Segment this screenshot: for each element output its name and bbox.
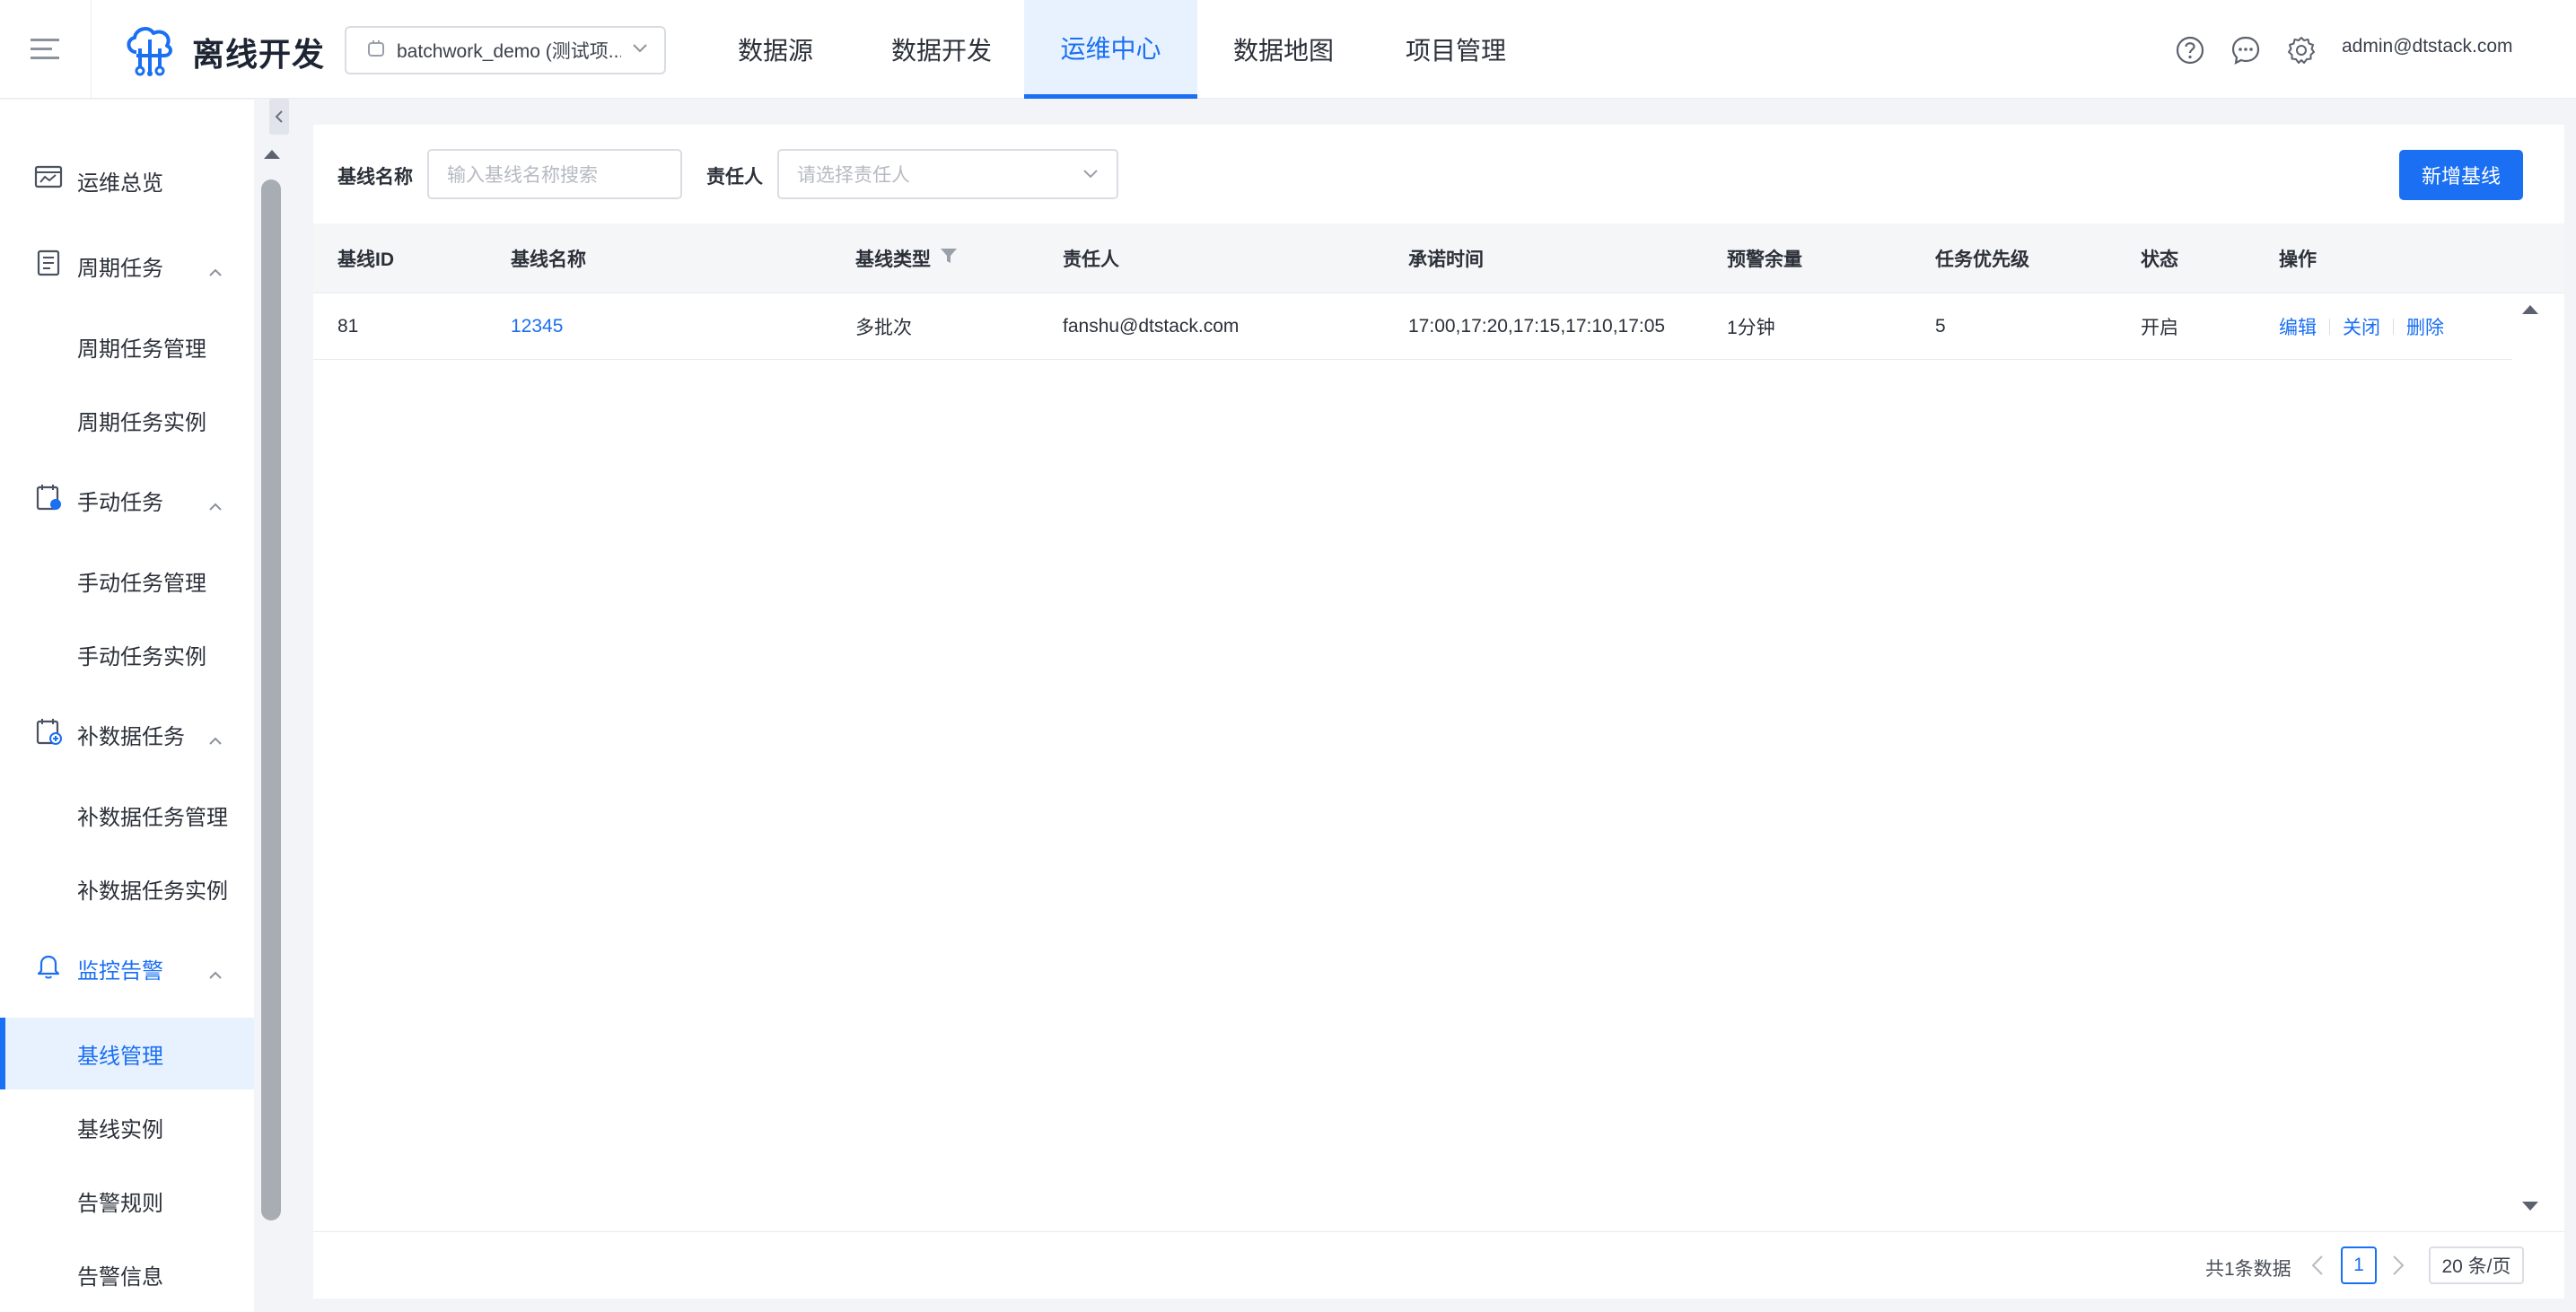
next-page-icon[interactable] xyxy=(2386,1251,2411,1280)
sidebar-item-baseline-management[interactable]: 基线管理 xyxy=(0,1018,254,1089)
project-icon xyxy=(366,39,386,63)
cell-actions: 编辑 关闭 删除 xyxy=(2279,293,2444,360)
divider xyxy=(2329,319,2330,335)
dashboard-icon xyxy=(34,164,63,197)
chevron-up-icon xyxy=(208,258,223,284)
column-header-task-priority: 任务优先级 xyxy=(1935,249,2029,270)
cell-status: 开启 xyxy=(2141,318,2178,338)
page-number-current[interactable]: 1 xyxy=(2341,1246,2377,1284)
cell-commit-time: 17:00,17:20,17:15,17:10,17:05 xyxy=(1408,316,1666,337)
backfill-task-icon xyxy=(34,717,63,752)
cloud-logo-icon xyxy=(122,22,178,82)
sidebar-item-periodic-task-management[interactable]: 周期任务管理 xyxy=(0,311,254,382)
tab-data-source[interactable]: 数据源 xyxy=(711,0,840,99)
top-header: 离线开发 batchwork_demo (测试项... 数据源 数据开发 运维中… xyxy=(0,0,2576,99)
sidebar-item-baseline-instances[interactable]: 基线实例 xyxy=(0,1091,254,1163)
sidebar-item-backfill-task-management[interactable]: 补数据任务管理 xyxy=(0,779,254,851)
cell-owner: fanshu@dtstack.com xyxy=(1063,316,1240,337)
owner-select-placeholder: 请选择责任人 xyxy=(797,165,910,186)
column-header-baseline-id: 基线ID xyxy=(337,249,394,270)
table-header: 基线ID 基线名称 基线类型 责任人 承诺时间 预警余量 任务优先级 状态 操作 xyxy=(313,223,2564,293)
app-logo: 离线开发 xyxy=(122,22,325,82)
column-header-baseline-type: 基线类型 xyxy=(855,223,958,293)
column-header-status: 状态 xyxy=(2141,249,2178,270)
chevron-up-icon xyxy=(208,727,223,752)
menu-toggle-icon[interactable] xyxy=(0,0,92,99)
sidebar-item-manual-task-instances[interactable]: 手动任务实例 xyxy=(0,618,254,690)
chevron-down-icon xyxy=(632,42,648,58)
tab-ops-center[interactable]: 运维中心 xyxy=(1024,0,1197,99)
bell-icon xyxy=(34,951,63,986)
sidebar-item-alert-rules[interactable]: 告警规则 xyxy=(0,1165,254,1237)
table-scroll-down-icon[interactable] xyxy=(2520,1200,2540,1217)
tab-project-management[interactable]: 项目管理 xyxy=(1388,0,1524,99)
column-header-actions: 操作 xyxy=(2279,249,2317,270)
settings-icon[interactable] xyxy=(2285,34,2318,66)
sidebar-group-label: 补数据任务 xyxy=(77,724,185,749)
sidebar-item-backfill-task-instances[interactable]: 补数据任务实例 xyxy=(0,853,254,924)
cell-task-priority: 5 xyxy=(1935,316,1946,337)
column-header-baseline-name: 基线名称 xyxy=(511,249,586,270)
table-scroll-up-icon[interactable] xyxy=(2520,303,2540,320)
sidebar-group-label: 手动任务 xyxy=(77,490,163,515)
baseline-name-search-input[interactable]: 输入基线名称搜索 xyxy=(427,149,682,199)
sidebar-group-monitoring-alerts[interactable]: 监控告警 xyxy=(0,931,254,1006)
page-size-select[interactable]: 20 条/页 xyxy=(2429,1246,2524,1284)
sidebar-item-periodic-task-instances[interactable]: 周期任务实例 xyxy=(0,384,254,456)
sidebar-item-ops-overview[interactable]: 运维总览 xyxy=(0,143,254,218)
divider xyxy=(2393,319,2394,335)
disable-link[interactable]: 关闭 xyxy=(2343,313,2380,340)
column-header-commit-time: 承诺时间 xyxy=(1408,249,1484,270)
message-icon[interactable] xyxy=(2230,34,2262,66)
chevron-up-icon xyxy=(208,493,223,518)
column-header-owner: 责任人 xyxy=(1063,249,1119,270)
edit-link[interactable]: 编辑 xyxy=(2279,313,2317,340)
manual-task-icon xyxy=(34,483,63,518)
total-count: 共1条数据 xyxy=(2205,1259,2291,1280)
project-select[interactable]: batchwork_demo (测试项... xyxy=(345,26,666,74)
sidebar: 运维总览 周期任务 周期任务管理 周期任务实例 手动任务 手动任务管理 手动任务… xyxy=(0,100,254,1312)
app-title: 离线开发 xyxy=(192,35,326,73)
cell-warning-margin: 1分钟 xyxy=(1727,318,1775,338)
table-row: 81 12345 多批次 fanshu@dtstack.com 17:00,17… xyxy=(313,293,2512,360)
chevron-down-icon xyxy=(1082,163,1099,185)
project-select-value: batchwork_demo (测试项... xyxy=(397,41,621,62)
sidebar-group-label: 周期任务 xyxy=(77,256,163,281)
help-icon[interactable] xyxy=(2174,34,2206,66)
sidebar-item-manual-task-management[interactable]: 手动任务管理 xyxy=(0,545,254,617)
task-list-icon xyxy=(34,249,63,284)
baseline-name-label: 基线名称 xyxy=(337,167,413,188)
sidebar-group-label: 监控告警 xyxy=(77,958,163,984)
owner-label: 责任人 xyxy=(706,167,763,188)
tab-data-development[interactable]: 数据开发 xyxy=(867,0,1016,99)
cell-baseline-id: 81 xyxy=(337,316,359,337)
add-baseline-button[interactable]: 新增基线 xyxy=(2399,150,2523,200)
delete-link[interactable]: 删除 xyxy=(2406,313,2444,340)
sidebar-group-manual-tasks[interactable]: 手动任务 xyxy=(0,462,254,538)
column-header-baseline-type-label: 基线类型 xyxy=(855,249,931,270)
baseline-name-link[interactable]: 12345 xyxy=(511,293,563,360)
sidebar-group-periodic-tasks[interactable]: 周期任务 xyxy=(0,228,254,303)
chevron-up-icon xyxy=(208,961,223,986)
sidebar-scrollbar-thumb[interactable] xyxy=(261,179,281,1220)
sidebar-item-alert-messages[interactable]: 告警信息 xyxy=(0,1238,254,1310)
cell-baseline-type: 多批次 xyxy=(855,318,912,338)
sidebar-group-backfill-tasks[interactable]: 补数据任务 xyxy=(0,696,254,772)
tab-data-map[interactable]: 数据地图 xyxy=(1221,0,1346,99)
column-header-warning-margin: 预警余量 xyxy=(1727,249,1802,270)
owner-select[interactable]: 请选择责任人 xyxy=(777,149,1118,199)
sidebar-collapse-button[interactable] xyxy=(269,99,289,135)
prev-page-icon[interactable] xyxy=(2305,1251,2330,1280)
sidebar-item-label: 运维总览 xyxy=(77,171,163,196)
user-account[interactable]: admin@dtstack.com xyxy=(2342,36,2513,57)
filter-icon[interactable] xyxy=(940,247,958,270)
